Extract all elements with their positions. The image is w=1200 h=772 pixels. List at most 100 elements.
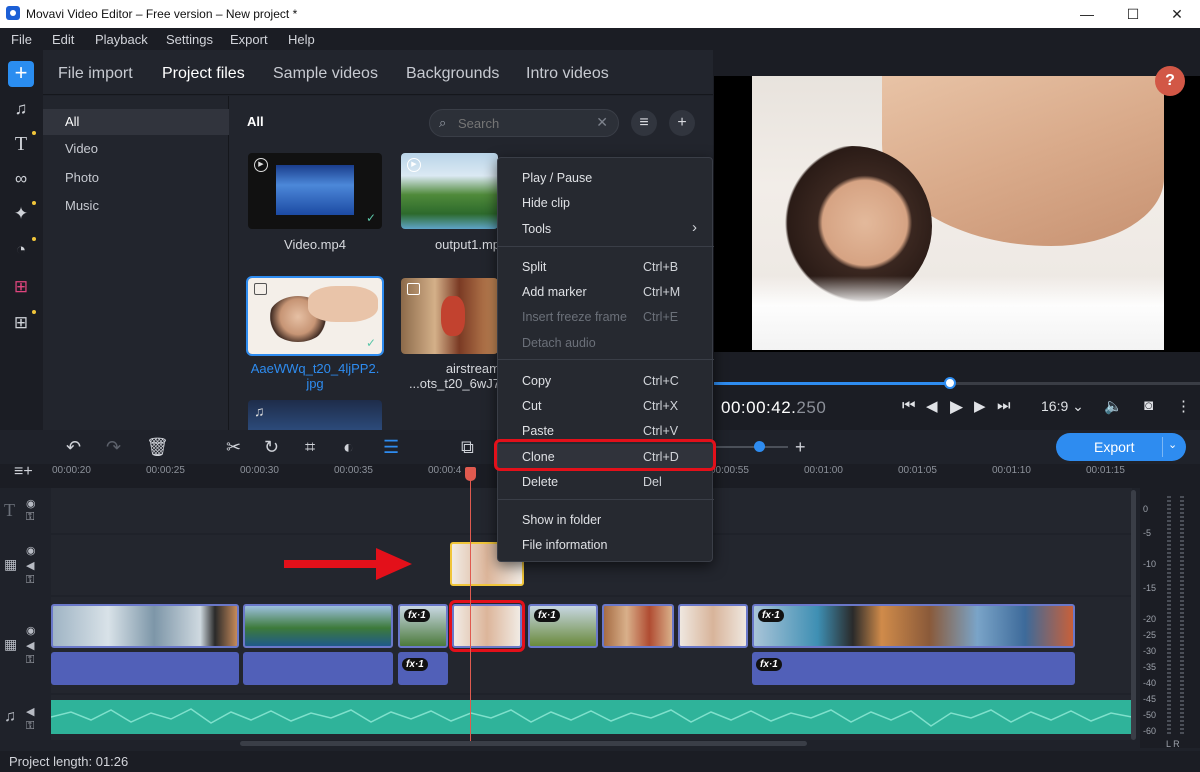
more-tools-icon[interactable]: ⊞ [8,310,36,336]
menu-settings[interactable]: Settings [166,32,213,47]
prev-frame-icon[interactable]: ◀ [926,397,938,415]
maximize-button[interactable]: ☐ [1110,0,1156,28]
cut-icon[interactable]: ✂ [226,437,241,458]
zoom-in-icon[interactable]: + [795,437,806,458]
menu-playback[interactable]: Playback [95,32,148,47]
color-adjust-icon[interactable]: ◐ [343,437,354,458]
mute-icon[interactable]: ◀ [26,639,34,652]
seek-handle[interactable] [944,377,956,389]
timeline-clip[interactable] [243,604,393,648]
export-dropdown-icon[interactable]: ⌄ [1168,438,1177,451]
lock-icon[interactable]: ⚿ [26,654,34,667]
transitions-icon[interactable]: ∞ [8,166,34,192]
horizontal-scrollbar[interactable] [240,741,807,746]
audio-waveform[interactable] [51,700,1132,734]
more-options-icon[interactable]: ⋮ [1176,397,1191,415]
timeline-clip[interactable]: fx·1 [398,604,448,648]
rotate-icon[interactable]: ↻ [264,437,279,458]
playhead-line[interactable] [470,470,471,742]
category-all[interactable]: All [43,109,229,135]
close-button[interactable]: ✕ [1154,0,1200,28]
mute-icon[interactable]: ◀ [26,559,34,572]
undo-icon[interactable]: ↶ [66,437,81,458]
category-photo[interactable]: Photo [43,165,229,191]
tab-backgrounds[interactable]: Backgrounds [406,65,499,83]
menu-item-file-information[interactable]: File information [498,532,714,557]
volume-icon[interactable]: 🔈 [1104,397,1123,415]
timeline-clip[interactable]: fx·1 [752,604,1075,648]
file-thumb-output1[interactable]: ▶ [401,153,498,229]
minimize-button[interactable]: — [1064,0,1110,28]
clip-audio[interactable] [243,652,393,685]
category-video[interactable]: Video [43,136,229,162]
timeline-clip[interactable]: fx·1 [528,604,598,648]
menu-item-cut[interactable]: Cut Ctrl+X [498,393,714,418]
menu-help[interactable]: Help [288,32,315,47]
menu-item-insert-freeze-frame: Insert freeze frame Ctrl+E [522,310,679,324]
eye-icon[interactable]: ◉ [26,544,36,557]
clip-audio[interactable]: fx·1 [752,652,1075,685]
filters-icon[interactable]: ◔ [8,237,36,263]
tab-intro-videos[interactable]: Intro videos [526,65,609,83]
file-thumb-airstream[interactable] [401,278,498,354]
menu-export[interactable]: Export [230,32,268,47]
delete-icon[interactable]: 🗑 [146,437,169,458]
tab-project-files[interactable]: Project files [162,65,245,83]
timeline-clip[interactable] [602,604,674,648]
menu-separator [498,499,714,500]
menu-edit[interactable]: Edit [52,32,74,47]
menu-item-tools[interactable]: Tools › [498,216,714,241]
redo-icon[interactable]: ↷ [106,437,121,458]
mute-icon[interactable]: ◀ [26,705,34,718]
timeline-clip[interactable] [51,604,239,648]
magic-wand-icon[interactable]: ✦ [8,201,36,227]
tab-sample-videos[interactable]: Sample videos [273,65,378,83]
zoom-slider[interactable] [714,446,788,448]
clip-properties-icon[interactable]: ☰ [383,437,399,458]
next-frame-icon[interactable]: ▶ [974,397,986,415]
menu-item-delete[interactable]: Delete Del [498,469,714,494]
stabilize-icon[interactable]: ⧉ [461,437,474,458]
menu-item-add-marker[interactable]: Add marker Ctrl+M [498,279,714,304]
search-input[interactable] [458,114,598,132]
eye-icon[interactable]: ◉ [26,624,36,637]
lock-icon[interactable]: ⚿ [26,574,34,587]
import-plus-icon[interactable]: + [8,61,34,87]
titles-icon[interactable]: T [8,131,36,157]
play-icon[interactable]: ▶ [950,397,963,417]
add-file-icon[interactable]: + [669,110,695,136]
help-icon[interactable]: ? [1155,66,1185,96]
menu-item-hide-clip[interactable]: Hide clip [498,190,714,215]
add-track-icon[interactable]: ≡+ [14,463,33,481]
store-bag-icon[interactable]: ⊞ [8,274,34,300]
sort-icon[interactable]: ≡ [631,110,657,136]
file-thumb-aaewwq-jpg[interactable]: ✓ [246,276,384,356]
file-thumb-music[interactable]: ♫ [248,400,382,430]
lock-icon[interactable]: ⚿ [26,511,34,524]
clip-audio[interactable] [51,652,239,685]
timeline-clip[interactable] [678,604,748,648]
skip-start-icon[interactable]: ⏮ [902,397,916,414]
search-box[interactable]: ⌕ ✕ [429,109,619,137]
menu-file[interactable]: File [11,32,32,47]
skip-end-icon[interactable]: ⏭ [997,397,1011,414]
file-thumb-video-mp4[interactable]: ▶ ✓ [248,153,382,229]
category-music[interactable]: Music [43,193,229,219]
clip-audio[interactable]: fx·1 [398,652,448,685]
menu-item-split[interactable]: Split Ctrl+B [498,254,714,279]
aspect-ratio-select[interactable]: 16:9 ⌄ [1041,398,1084,415]
vertical-scrollbar[interactable] [1131,490,1136,740]
tab-file-import[interactable]: File import [58,65,133,83]
zoom-handle[interactable] [754,441,765,452]
eye-icon[interactable]: ◉ [26,497,36,510]
snapshot-camera-icon[interactable]: ◙ [1144,397,1153,414]
playhead-handle[interactable] [465,467,476,481]
crop-icon[interactable]: ⌗ [305,437,315,458]
export-button[interactable]: Export ⌄ [1056,433,1186,461]
clear-search-icon[interactable]: ✕ [596,114,608,131]
menu-item-show-in-folder[interactable]: Show in folder [498,507,714,532]
music-note-icon[interactable]: ♫ [8,96,34,122]
menu-item-play-pause[interactable]: Play / Pause [498,165,714,190]
lock-icon[interactable]: ⚿ [26,720,34,733]
menu-item-copy[interactable]: Copy Ctrl+C [498,368,714,393]
